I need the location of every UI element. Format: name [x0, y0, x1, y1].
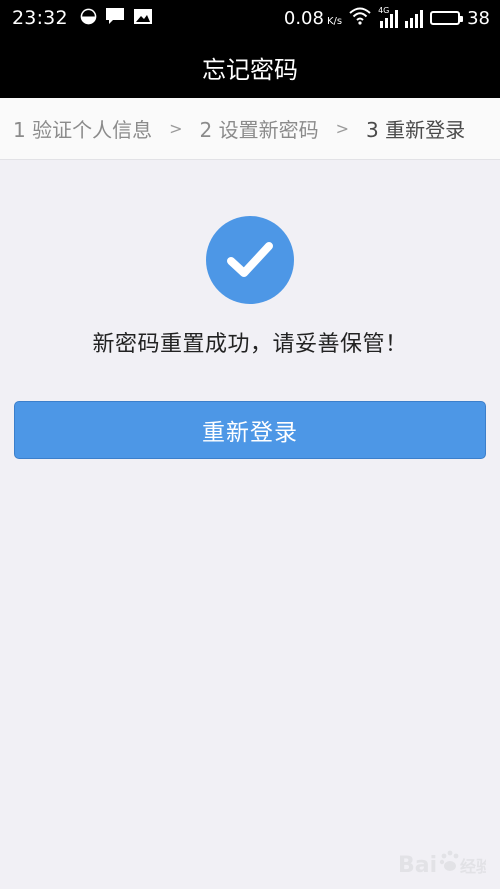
status-bar: 23:32 0.08 K/s 4G 38	[0, 0, 500, 36]
wifi-icon	[349, 7, 371, 30]
battery-level: 38	[467, 7, 490, 29]
message-icon	[105, 7, 125, 29]
step-set-password: 2 设置新密码	[199, 118, 319, 142]
step-separator: >	[335, 119, 349, 138]
title-bar: 忘记密码	[0, 36, 500, 98]
watermark-logo: Bai 经验	[398, 849, 486, 879]
network-speed: 0.08 K/s	[284, 8, 342, 29]
status-time: 23:32	[12, 7, 68, 29]
image-icon	[133, 8, 153, 29]
speed-unit: K/s	[326, 15, 343, 27]
steps-bar: 1 验证个人信息 > 2 设置新密码 > 3 重新登录	[0, 98, 500, 160]
step-relogin: 3 重新登录	[366, 118, 466, 142]
network-tag: 4G	[378, 6, 390, 15]
success-message: 新密码重置成功，请妥善保管！	[92, 332, 408, 357]
status-right: 0.08 K/s 4G 38	[284, 0, 490, 36]
battery-icon	[430, 11, 464, 25]
relogin-button[interactable]: 重新登录	[14, 401, 486, 459]
check-circle-icon	[206, 216, 294, 304]
step-separator: >	[169, 119, 183, 138]
step-verify-info: 1 验证个人信息	[13, 118, 153, 142]
signal-icon	[405, 8, 424, 28]
half-moon-icon	[80, 8, 97, 29]
speed-value: 0.08	[283, 7, 324, 29]
svg-text:Bai: Bai	[398, 853, 437, 878]
signal-4g-icon: 4G	[378, 6, 399, 28]
status-left: 23:32	[12, 0, 153, 36]
svg-text:经验: 经验	[460, 857, 486, 876]
page-title: 忘记密码	[202, 55, 298, 84]
